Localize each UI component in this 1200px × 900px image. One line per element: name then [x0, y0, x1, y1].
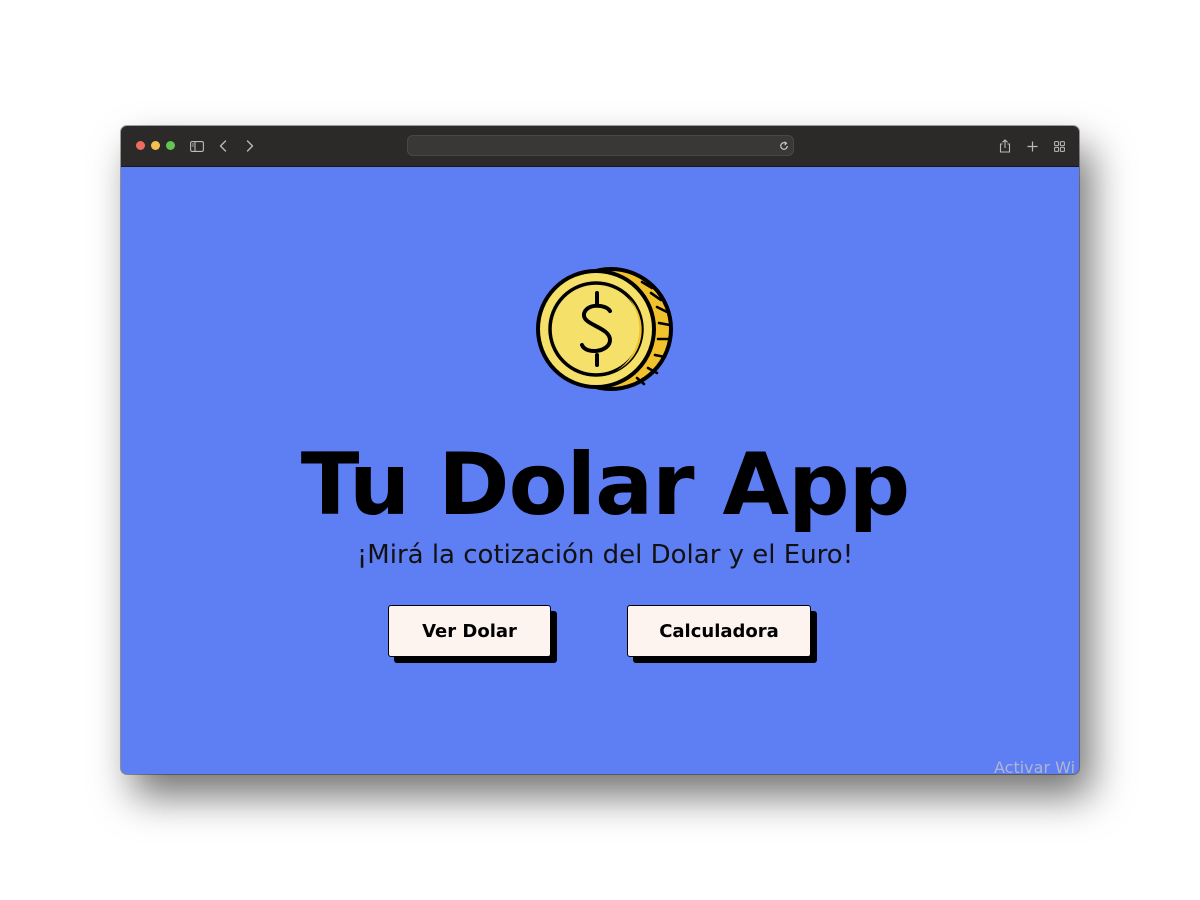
address-bar[interactable] — [407, 135, 794, 156]
share-icon[interactable] — [998, 136, 1012, 156]
ver-dolar-button[interactable]: Ver Dolar — [388, 605, 551, 657]
new-tab-icon[interactable] — [1025, 136, 1039, 156]
page-subtitle: ¡Mirá la cotización del Dolar y el Euro! — [356, 540, 854, 570]
tab-overview-icon[interactable] — [1052, 136, 1066, 156]
page-content: Tu Dolar App ¡Mirá la cotización del Dol… — [121, 167, 1079, 774]
browser-window: Tu Dolar App ¡Mirá la cotización del Dol… — [121, 126, 1079, 774]
close-window-button[interactable] — [136, 141, 145, 150]
zoom-window-button[interactable] — [166, 141, 175, 150]
minimize-window-button[interactable] — [151, 141, 160, 150]
sidebar-icon[interactable] — [189, 136, 205, 156]
screen: Tu Dolar App ¡Mirá la cotización del Dol… — [0, 0, 1200, 900]
reload-icon[interactable] — [778, 136, 790, 156]
forward-icon[interactable] — [243, 136, 257, 156]
calculadora-button[interactable]: Calculadora — [627, 605, 811, 657]
dollar-coin-icon — [536, 267, 676, 392]
browser-titlebar — [121, 126, 1079, 167]
page-title: Tu Dolar App — [300, 435, 910, 535]
back-icon[interactable] — [216, 136, 230, 156]
activation-watermark: Activar Wi — [994, 758, 1076, 777]
